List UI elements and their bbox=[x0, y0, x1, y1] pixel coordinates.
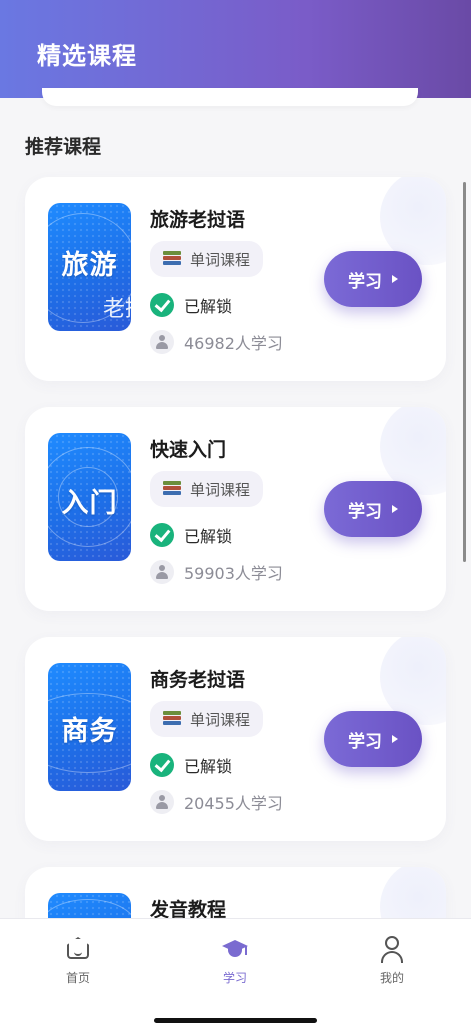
study-button-label: 学习 bbox=[348, 731, 382, 751]
course-title: 商务老挝语 bbox=[150, 669, 246, 691]
person-icon bbox=[150, 560, 174, 584]
course-card[interactable]: 商务 商务老挝语 单词课程 已解锁 20455人学习 学习 bbox=[25, 637, 446, 841]
home-icon bbox=[64, 935, 92, 963]
learner-count: 20455人学习 bbox=[150, 790, 283, 814]
course-type-label: 单词课程 bbox=[190, 710, 251, 729]
course-thumbnail: 旅游 老挝 bbox=[48, 203, 131, 331]
books-icon bbox=[163, 481, 181, 497]
study-button-label: 学习 bbox=[348, 501, 382, 521]
app-header: 精选课程 bbox=[0, 0, 471, 98]
check-circle-icon bbox=[150, 753, 174, 777]
course-type-label: 单词课程 bbox=[190, 480, 251, 499]
course-card[interactable]: 发音教程 bbox=[25, 867, 446, 918]
study-button[interactable]: 学习 bbox=[324, 711, 422, 767]
tab-home-label: 首页 bbox=[65, 971, 90, 985]
thumbnail-title: 旅游 bbox=[61, 250, 118, 281]
tab-profile-label: 我的 bbox=[379, 971, 404, 985]
books-icon bbox=[163, 251, 181, 267]
bottom-tab-bar: 首页 学习 我的 bbox=[0, 918, 471, 1024]
unlock-status-label: 已解锁 bbox=[184, 297, 233, 316]
tab-profile[interactable]: 我的 bbox=[352, 935, 432, 986]
tab-study-label: 学习 bbox=[222, 971, 247, 985]
course-thumbnail bbox=[48, 893, 131, 918]
card-decoration bbox=[380, 867, 446, 918]
tab-home[interactable]: 首页 bbox=[38, 935, 118, 986]
course-thumbnail: 入门 bbox=[48, 433, 131, 561]
check-circle-icon bbox=[150, 523, 174, 547]
course-card[interactable]: 入门 快速入门 单词课程 已解锁 59903人学习 学习 bbox=[25, 407, 446, 611]
study-button-label: 学习 bbox=[348, 271, 382, 291]
thumbnail-subtitle: 老挝 bbox=[102, 297, 131, 322]
books-icon bbox=[163, 711, 181, 727]
learner-count: 46982人学习 bbox=[150, 330, 283, 354]
unlock-status-label: 已解锁 bbox=[184, 757, 233, 776]
play-triangle-icon bbox=[392, 275, 398, 283]
course-title: 发音教程 bbox=[150, 899, 227, 918]
play-triangle-icon bbox=[392, 505, 398, 513]
course-title: 快速入门 bbox=[150, 439, 227, 461]
learner-count-label: 46982人学习 bbox=[184, 334, 283, 353]
course-title: 旅游老挝语 bbox=[150, 209, 246, 231]
learner-count: 59903人学习 bbox=[150, 560, 283, 584]
tab-study[interactable]: 学习 bbox=[195, 935, 275, 986]
page-title: 精选课程 bbox=[37, 42, 137, 70]
user-icon bbox=[378, 935, 406, 963]
learner-count-label: 59903人学习 bbox=[184, 564, 283, 583]
unlock-status: 已解锁 bbox=[150, 753, 232, 777]
unlock-status-label: 已解锁 bbox=[184, 527, 233, 546]
home-indicator bbox=[154, 1018, 317, 1023]
unlock-status: 已解锁 bbox=[150, 523, 232, 547]
person-icon bbox=[150, 790, 174, 814]
check-circle-icon bbox=[150, 293, 174, 317]
previous-card-edge bbox=[42, 88, 418, 106]
section-title: 推荐课程 bbox=[25, 136, 102, 158]
course-type-badge: 单词课程 bbox=[150, 701, 263, 737]
course-list[interactable]: 旅游 老挝 旅游老挝语 单词课程 已解锁 46982人学习 学习 bbox=[0, 160, 471, 918]
learner-count-label: 20455人学习 bbox=[184, 794, 283, 813]
course-type-label: 单词课程 bbox=[190, 250, 251, 269]
study-button[interactable]: 学习 bbox=[324, 251, 422, 307]
unlock-status: 已解锁 bbox=[150, 293, 232, 317]
thumbnail-title: 入门 bbox=[61, 488, 118, 519]
person-icon bbox=[150, 330, 174, 354]
course-type-badge: 单词课程 bbox=[150, 241, 263, 277]
play-triangle-icon bbox=[392, 735, 398, 743]
study-button[interactable]: 学习 bbox=[324, 481, 422, 537]
graduation-cap-icon bbox=[221, 935, 249, 963]
scrollbar[interactable] bbox=[463, 182, 466, 562]
thumbnail-title: 商务 bbox=[61, 716, 118, 747]
course-card[interactable]: 旅游 老挝 旅游老挝语 单词课程 已解锁 46982人学习 学习 bbox=[25, 177, 446, 381]
course-thumbnail: 商务 bbox=[48, 663, 131, 791]
course-type-badge: 单词课程 bbox=[150, 471, 263, 507]
